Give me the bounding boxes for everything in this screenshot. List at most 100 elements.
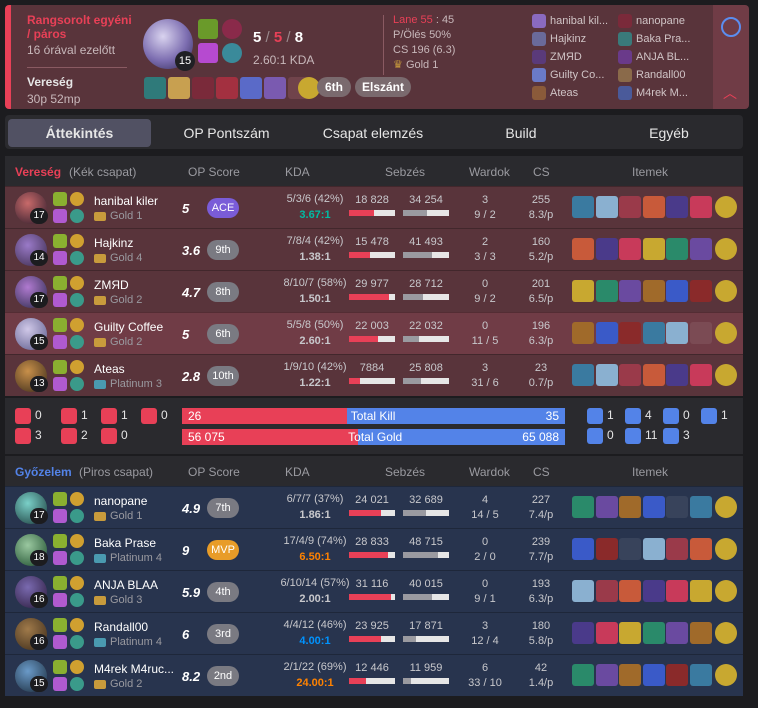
trinket-icon[interactable] [715, 664, 737, 686]
rune-icon[interactable] [70, 293, 84, 307]
item-icon[interactable] [642, 364, 665, 386]
player-row[interactable]: 14 Hajkinz Gold 4 3.6 9th 7/8/4 (42%) 1.38:1 15… [5, 228, 743, 270]
trinket-icon[interactable] [715, 280, 737, 302]
item-icon[interactable] [642, 496, 665, 518]
rune-icon[interactable] [70, 360, 84, 374]
item-icon[interactable] [689, 580, 712, 602]
tab-build[interactable]: Build [451, 119, 591, 147]
player-row[interactable]: 17 ZMЯD Gold 2 4.7 8th 8/10/7 (58%) 1.50:1 29 9… [5, 270, 743, 312]
trinket-icon[interactable] [715, 364, 737, 386]
spell-icon[interactable] [53, 209, 67, 223]
player-name[interactable]: hanibal kiler [94, 194, 180, 208]
player-name[interactable]: ZMЯD [94, 278, 180, 292]
item-icon[interactable] [619, 580, 641, 602]
spell-icon[interactable] [53, 293, 67, 307]
item-icon[interactable] [572, 580, 594, 602]
player-row[interactable]: 17 hanibal kiler Gold 1 5 ACE 5/3/6 (42%) 3.67… [5, 186, 743, 228]
team-list-player[interactable]: M4rek M... [618, 85, 698, 103]
item-icon[interactable] [689, 280, 712, 302]
item-icon[interactable] [144, 77, 166, 99]
player-row[interactable]: 13 Ateas Platinum 3 2.8 10th 1/9/10 (42%) 1.22… [5, 354, 743, 396]
item-icon[interactable] [572, 322, 594, 344]
player-name[interactable]: nanopane [94, 494, 180, 508]
rune-icon[interactable] [70, 335, 84, 349]
spell-icon[interactable] [53, 335, 67, 349]
item-icon[interactable] [642, 664, 665, 686]
item-icon[interactable] [572, 238, 594, 260]
item-icon[interactable] [595, 196, 618, 218]
item-icon[interactable] [595, 496, 618, 518]
team-list-player[interactable]: Guilty Co... [532, 67, 612, 85]
spell-icon[interactable] [53, 551, 67, 565]
spell-icon[interactable] [53, 593, 67, 607]
player-row[interactable]: 18 Baka Prase Platinum 4 9 MVP 17/4/9 (74%) 6.… [5, 528, 743, 570]
spell-icon[interactable] [53, 192, 67, 206]
spell-icon[interactable] [53, 377, 67, 391]
team-list-player[interactable]: Randall00 [618, 67, 698, 85]
item-icon[interactable] [216, 77, 238, 99]
spell-icon[interactable] [53, 635, 67, 649]
team-list-player[interactable]: nanopane [618, 13, 698, 31]
item-icon[interactable] [666, 196, 688, 218]
item-icon[interactable] [689, 238, 712, 260]
item-icon[interactable] [595, 580, 618, 602]
item-icon[interactable] [619, 196, 641, 218]
rune-icon[interactable] [70, 551, 84, 565]
spell-icon[interactable] [53, 251, 67, 265]
item-icon[interactable] [666, 364, 688, 386]
spell-icon[interactable] [53, 660, 67, 674]
player-name[interactable]: M4rek M4ruc... [94, 662, 180, 676]
item-icon[interactable] [666, 664, 688, 686]
team-list-player[interactable]: Ateas [532, 85, 612, 103]
spell-icon[interactable] [53, 492, 67, 506]
player-name[interactable]: Baka Prase [94, 536, 180, 550]
rune-icon[interactable] [70, 593, 84, 607]
tab-team-analysis[interactable]: Csapat elemzés [303, 119, 443, 147]
spell-icon[interactable] [53, 509, 67, 523]
item-icon[interactable] [689, 196, 712, 218]
item-icon[interactable] [666, 580, 688, 602]
item-icon[interactable] [666, 238, 688, 260]
team-list-player[interactable]: hanibal kil... [532, 13, 612, 31]
item-icon[interactable] [642, 622, 665, 644]
rune-icon[interactable] [70, 635, 84, 649]
item-icon[interactable] [572, 664, 594, 686]
rune-icon[interactable] [70, 318, 84, 332]
spell-icon[interactable] [53, 234, 67, 248]
rune-icon[interactable] [70, 251, 84, 265]
item-icon[interactable] [642, 196, 665, 218]
spell-icon[interactable] [53, 534, 67, 548]
rune-icon[interactable] [70, 534, 84, 548]
rune-icon[interactable] [222, 43, 242, 63]
item-icon[interactable] [168, 77, 190, 99]
trinket-icon[interactable] [715, 322, 737, 344]
item-icon[interactable] [666, 322, 688, 344]
item-icon[interactable] [595, 322, 618, 344]
item-icon[interactable] [595, 364, 618, 386]
item-icon[interactable] [595, 538, 618, 560]
player-name[interactable]: Hajkinz [94, 236, 180, 250]
player-row[interactable]: 17 nanopane Gold 1 4.9 7th 6/7/7 (37%) 1.86:1 2… [5, 486, 743, 528]
rune-icon[interactable] [222, 19, 242, 39]
player-name[interactable]: Guilty Coffee [94, 320, 180, 334]
trinket-icon[interactable] [715, 538, 737, 560]
rune-icon[interactable] [70, 192, 84, 206]
player-row[interactable]: 16 ANJA BLAA Gold 3 5.9 4th 6/10/14 (57%) 2.00… [5, 570, 743, 612]
item-icon[interactable] [619, 238, 641, 260]
item-icon[interactable] [689, 496, 712, 518]
spell-icon[interactable] [198, 19, 218, 39]
rune-icon[interactable] [70, 234, 84, 248]
item-icon[interactable] [619, 622, 641, 644]
item-icon[interactable] [619, 322, 641, 344]
item-icon[interactable] [666, 280, 688, 302]
item-icon[interactable] [666, 538, 688, 560]
trinket-icon[interactable] [715, 496, 737, 518]
item-icon[interactable] [642, 280, 665, 302]
item-icon[interactable] [595, 280, 618, 302]
player-row[interactable]: 15 M4rek M4ruc... Gold 2 8.2 2nd 2/1/22 (69%)… [5, 654, 743, 696]
tab-etc[interactable]: Egyéb [599, 119, 739, 147]
rune-icon[interactable] [70, 660, 84, 674]
rune-icon[interactable] [70, 677, 84, 691]
item-icon[interactable] [689, 364, 712, 386]
item-icon[interactable] [642, 538, 665, 560]
